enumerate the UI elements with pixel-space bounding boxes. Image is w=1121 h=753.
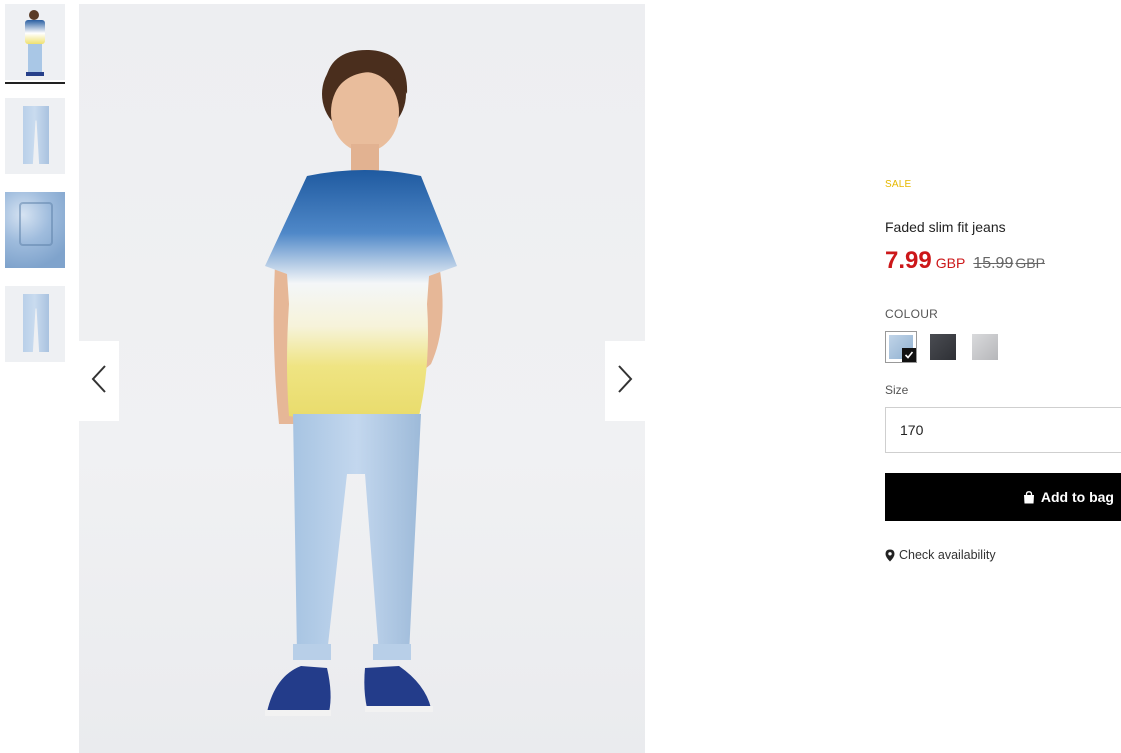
current-price: 7.99: [885, 247, 932, 274]
shopping-bag-icon: [1023, 490, 1035, 504]
thumbnail-list: [5, 4, 65, 380]
thumbnail-jeans-back[interactable]: [5, 286, 65, 362]
location-pin-icon: [885, 549, 895, 562]
check-availability-link[interactable]: Check availability: [885, 548, 996, 562]
size-label: Size: [885, 383, 909, 397]
size-value: 170: [900, 422, 924, 438]
colour-swatches: [885, 331, 1001, 363]
add-to-bag-button[interactable]: Add to bag: [885, 473, 1121, 521]
thumb-figure-shirt: [25, 20, 45, 44]
thumb-jeans-shape: [23, 106, 49, 164]
thumb-jeans-detail: [5, 192, 65, 268]
colour-swatch-dark-grey[interactable]: [927, 331, 959, 363]
product-details: SALE Faded slim fit jeans 7.99 GBP 15.99 GB…: [885, 0, 1121, 753]
thumb-figure-shoes: [26, 72, 44, 76]
colour-swatch-light-blue[interactable]: [885, 331, 917, 363]
swatch-fill: [972, 334, 998, 360]
check-availability-label: Check availability: [899, 548, 996, 562]
size-select[interactable]: 170: [885, 407, 1121, 453]
thumbnail-jeans-detail[interactable]: [5, 192, 65, 268]
product-page: SALE Faded slim fit jeans 7.99 GBP 15.99 GB…: [0, 0, 1121, 753]
chevron-left-icon: [90, 364, 108, 398]
thumb-jeans-shape: [23, 294, 49, 352]
thumb-figure-jeans: [28, 44, 42, 74]
colour-swatch-light-grey[interactable]: [969, 331, 1001, 363]
thumb-figure-head: [29, 10, 39, 20]
previous-image-button[interactable]: [79, 341, 119, 421]
add-to-bag-label: Add to bag: [1040, 489, 1114, 505]
original-price: 15.99: [973, 255, 1014, 272]
current-price-currency: GBP: [935, 255, 966, 271]
swatch-fill: [930, 334, 956, 360]
sale-badge: SALE: [885, 179, 912, 190]
colour-label: COLOUR: [885, 307, 939, 321]
original-price-currency: GBP: [1015, 255, 1045, 271]
product-title: Faded slim fit jeans: [885, 219, 1006, 235]
main-product-image: [79, 4, 645, 753]
thumbnail-jeans-front[interactable]: [5, 98, 65, 174]
model-photo: [265, 49, 457, 716]
active-thumbnail-indicator: [5, 82, 65, 84]
checkmark-icon: [902, 348, 916, 362]
thumbnail-model-front[interactable]: [5, 4, 65, 80]
price-row: 7.99 GBP 15.99 GBP: [885, 247, 1045, 275]
next-image-button[interactable]: [605, 341, 645, 421]
chevron-right-icon: [616, 364, 634, 398]
